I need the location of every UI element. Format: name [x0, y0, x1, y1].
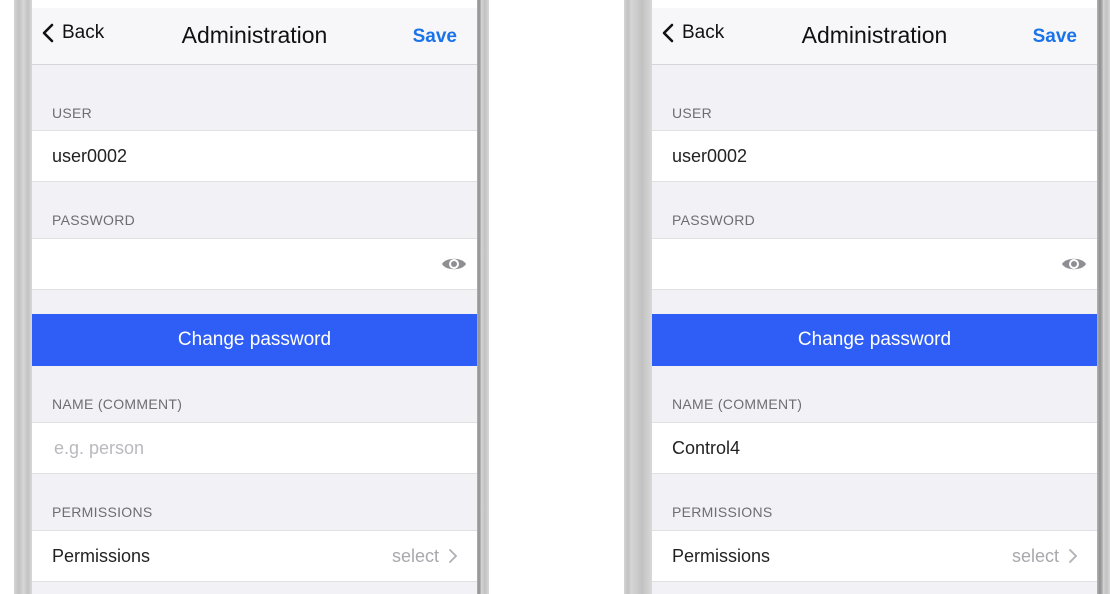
chevron-left-icon	[42, 23, 54, 43]
name-section-label: NAME (COMMENT)	[672, 396, 803, 412]
change-password-button[interactable]: Change password	[32, 314, 477, 366]
user-section-label: USER	[672, 105, 713, 121]
name-section-label: NAME (COMMENT)	[52, 396, 183, 412]
permissions-row[interactable]: Permissions select	[32, 530, 477, 582]
permissions-row-label: Permissions	[52, 545, 151, 566]
name-field[interactable]: Control4	[652, 422, 1097, 474]
eye-icon[interactable]	[1061, 255, 1087, 273]
navigation-bar: Back Administration Save	[652, 8, 1097, 65]
change-password-button[interactable]: Change password	[652, 314, 1097, 366]
device-bezel-left-inner	[24, 0, 32, 594]
device-bezel-left-outer	[481, 0, 489, 594]
user-field[interactable]: user0002	[652, 130, 1097, 182]
permissions-row-label: Permissions	[672, 545, 771, 566]
permissions-value: select	[1011, 545, 1059, 566]
back-button[interactable]: Back	[662, 22, 724, 44]
save-button[interactable]: Save	[1033, 26, 1077, 48]
permissions-row[interactable]: Permissions select	[652, 530, 1097, 582]
password-field[interactable]	[32, 238, 477, 290]
user-section-label: USER	[52, 105, 93, 121]
chevron-left-icon	[662, 23, 674, 43]
user-field[interactable]: user0002	[32, 130, 477, 182]
user-value: user0002	[672, 145, 748, 166]
back-button[interactable]: Back	[42, 22, 104, 44]
navigation-bar: Back Administration Save	[32, 8, 477, 65]
screen-left: Back Administration Save USER user0002 P…	[32, 8, 477, 594]
user-value: user0002	[52, 145, 128, 166]
device-bezel-left	[14, 0, 24, 594]
name-field[interactable]	[32, 422, 477, 474]
chevron-right-icon	[449, 549, 457, 563]
device-bezel-right	[624, 0, 632, 594]
back-label: Back	[682, 22, 725, 43]
name-value: Control4	[672, 437, 741, 458]
permissions-value: select	[391, 545, 439, 566]
save-button[interactable]: Save	[413, 26, 457, 48]
name-input[interactable]	[52, 436, 457, 460]
permissions-section-label: PERMISSIONS	[672, 504, 773, 520]
password-field[interactable]	[652, 238, 1097, 290]
device-bezel-right-inner	[632, 0, 652, 594]
back-label: Back	[62, 22, 105, 43]
permissions-value-group: select	[392, 546, 457, 567]
password-section-label: PASSWORD	[52, 212, 136, 228]
permissions-value-group: select	[1012, 546, 1077, 567]
screen-right: Back Administration Save USER user0002 P…	[652, 8, 1097, 594]
permissions-section-label: PERMISSIONS	[52, 504, 153, 520]
chevron-right-icon	[1069, 549, 1077, 563]
eye-icon[interactable]	[441, 255, 467, 273]
device-bezel-right-outer	[1103, 0, 1110, 594]
password-section-label: PASSWORD	[672, 212, 756, 228]
